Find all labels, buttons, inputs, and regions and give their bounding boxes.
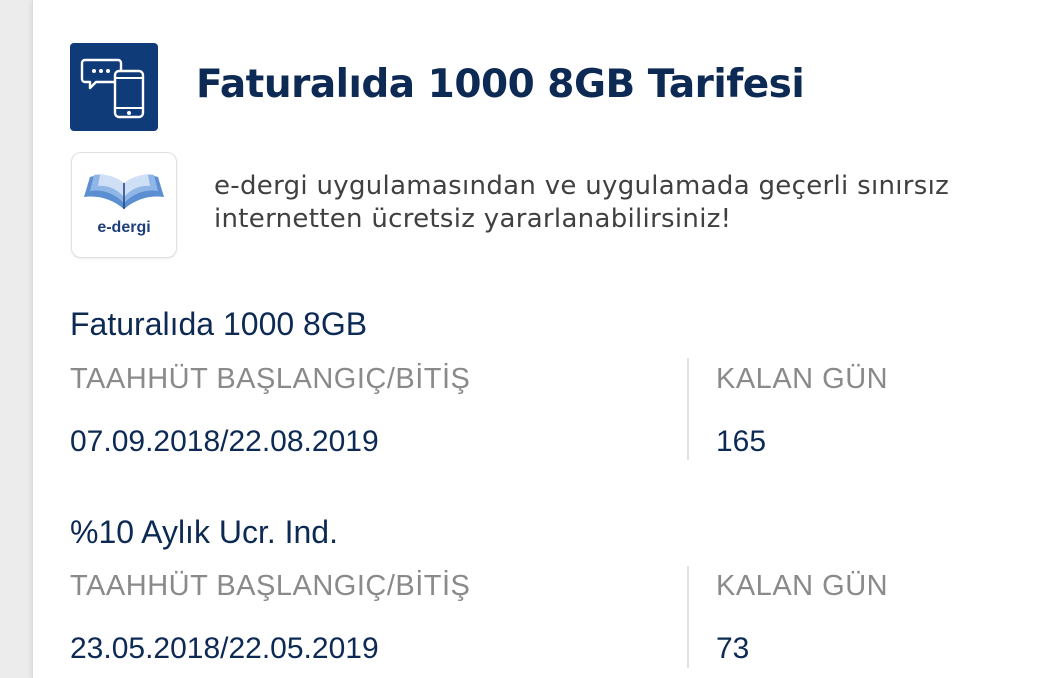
- remaining-days-label: KALAN GÜN: [716, 570, 889, 602]
- remaining-days-label: KALAN GÜN: [716, 363, 889, 395]
- commitment-dates-value: 23.05.2018/22.05.2019: [70, 632, 379, 665]
- tariff-card: Faturalıda 1000 8GB Tarifesi e-dergi e-d…: [32, 0, 1045, 678]
- promo-text: e-dergi uygulamasından ve uygulamada geç…: [214, 171, 950, 234]
- chat-phone-icon: [70, 43, 158, 131]
- commitment-dates-label: TAAHHÜT BAŞLANGIÇ/BİTİŞ: [70, 363, 471, 395]
- commitment-name: %10 Aylık Ucr. Ind.: [70, 514, 338, 550]
- commitment-name: Faturalıda 1000 8GB: [70, 306, 368, 342]
- tariff-title: Faturalıda 1000 8GB Tarifesi: [196, 62, 805, 107]
- edergi-logo-text: e-dergi: [97, 219, 151, 236]
- column-divider: [687, 358, 689, 460]
- column-divider: [687, 566, 689, 668]
- commitment-dates-value: 07.09.2018/22.08.2019: [70, 425, 379, 458]
- edergi-book-icon: e-dergi: [71, 152, 177, 258]
- remaining-days-value: 165: [716, 425, 767, 458]
- commitment-dates-label: TAAHHÜT BAŞLANGIÇ/BİTİŞ: [70, 570, 471, 602]
- remaining-days-value: 73: [716, 632, 750, 665]
